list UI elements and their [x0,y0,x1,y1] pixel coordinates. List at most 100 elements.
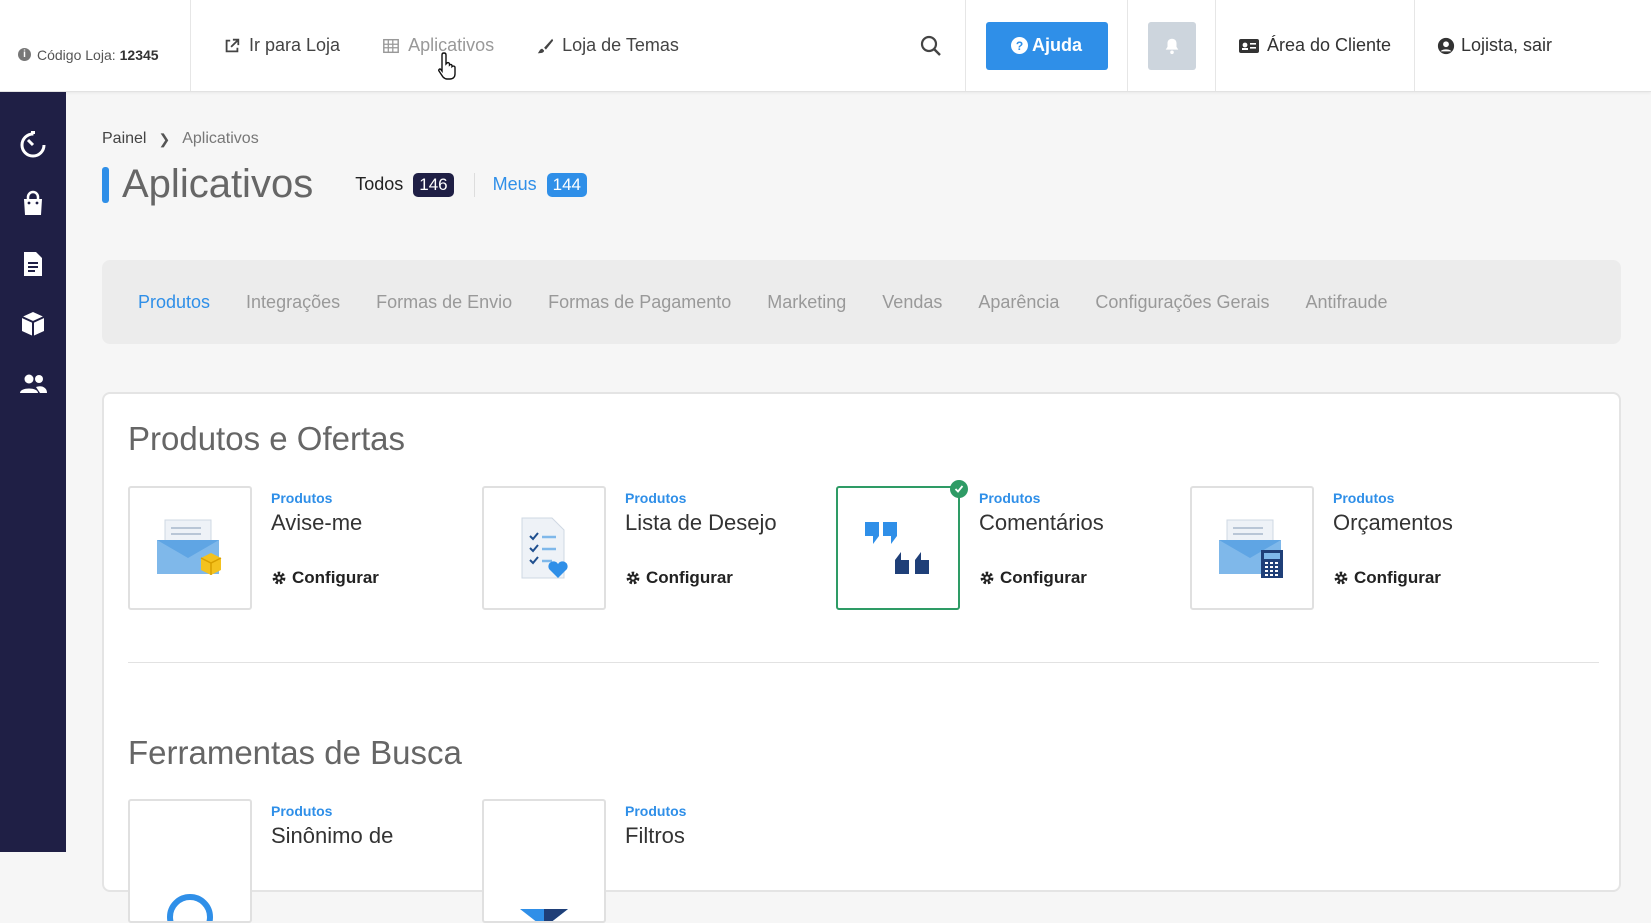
app-card: Produtos Lista de Desejo Configurar [482,486,832,610]
search-icon [920,35,941,56]
tab-mine-count: 144 [546,172,588,197]
store-code: i Código Loja: 12345 [0,0,191,91]
section-title: Ferramentas de Busca [128,734,462,771]
tab-formas-de-pagamento[interactable]: Formas de Pagamento [548,292,731,313]
configure-label: Configurar [646,568,733,587]
user-logout-link[interactable]: Lojista, sair [1415,0,1651,91]
breadcrumb: Painel ❯ Aplicativos [102,130,259,148]
filter-icon [520,909,568,921]
top-bar: i Código Loja: 12345 Ir para Loja Aplica… [0,0,1651,92]
app-thumbnail[interactable] [1190,486,1314,610]
app-thumbnail[interactable] [836,486,960,610]
app-category: Produtos [271,490,333,506]
app-category: Produtos [625,803,687,819]
tab-mine-label: Meus [492,174,537,194]
client-area-label: Área do Cliente [1266,35,1392,55]
shopping-bag-icon [24,190,42,215]
app-category: Produtos [625,490,687,506]
app-name: Comentários [979,510,1104,535]
app-category: Produtos [271,803,333,819]
brush-icon [537,38,554,53]
notifications-area [1128,0,1216,91]
theme-store-label: Loja de Temas [562,35,679,55]
client-area-link[interactable]: Área do Cliente [1216,0,1415,91]
app-card: Produtos Orçamentos Configurar [1190,486,1540,610]
grid-icon [383,38,399,53]
configure-button[interactable]: Configurar [625,568,733,588]
title-accent-bar [102,166,109,203]
dashboard-icon [20,131,46,158]
tab-vendas[interactable]: Vendas [882,292,942,313]
go-to-store-label: Ir para Loja [249,35,341,55]
wishlist-icon [521,517,568,579]
configure-button[interactable]: Configurar [271,568,379,588]
users-icon [20,374,47,393]
apps-card: Produtos e Ofertas Produtos Avise-me Con… [102,392,1621,923]
app-name: Lista de Desejo [625,510,777,535]
sidebar-item-dashboard[interactable] [0,114,66,174]
app-category: Produtos [979,490,1041,506]
app-name: Orçamentos [1333,510,1453,535]
breadcrumb-root[interactable]: Painel [102,130,146,148]
document-icon [24,252,42,276]
tab-aparencia[interactable]: Aparência [978,292,1059,313]
notifications-button[interactable] [1147,21,1196,70]
configure-button[interactable]: Configurar [979,568,1087,588]
configure-label: Configurar [1000,568,1087,587]
app-thumbnail[interactable] [128,486,252,610]
store-code-label: Código Loja: [37,46,116,63]
search-button[interactable] [896,0,966,91]
app-card: Produtos Avise-me Configurar [128,486,478,610]
sidebar-item-content[interactable] [0,234,66,294]
tab-mine[interactable]: Meus 144 [473,172,588,197]
page-title: Aplicativos [122,162,314,206]
app-thumbnail[interactable] [482,799,606,923]
tab-all-label: Todos [355,174,404,194]
magnifier-icon [167,894,213,921]
sidebar-item-customers[interactable] [0,354,66,414]
chevron-right-icon: ❯ [158,130,171,147]
gear-icon [1334,571,1348,585]
help-button[interactable]: ? Ajuda [985,21,1108,70]
help-area: ? Ajuda [966,0,1128,91]
store-code-value: 12345 [119,46,159,63]
app-thumbnail[interactable] [128,799,252,923]
app-name: Sinônimo de [271,823,394,848]
external-link-icon [225,38,240,52]
gear-icon [272,571,286,585]
tab-formas-de-envio[interactable]: Formas de Envio [376,292,512,313]
installed-check-icon [950,480,968,498]
sidebar-item-orders[interactable] [0,174,66,234]
bell-icon [1165,38,1178,54]
info-icon: i [18,48,31,61]
tab-all-count: 146 [413,172,454,197]
user-label: Lojista, sair [1461,35,1553,55]
configure-label: Configurar [1354,568,1441,587]
help-label: Ajuda [1031,35,1082,55]
sidebar-item-products[interactable] [0,294,66,354]
configure-button[interactable]: Configurar [1333,568,1441,588]
app-thumbnail[interactable] [482,486,606,610]
theme-store-link[interactable]: Loja de Temas [536,35,679,56]
tab-marketing[interactable]: Marketing [767,292,846,313]
section-divider [128,662,1599,663]
id-card-icon [1238,38,1259,53]
main-content: Painel ❯ Aplicativos Aplicativos Todos 1… [66,92,1651,923]
user-circle-icon [1437,37,1455,54]
envelope-box-icon [157,519,222,575]
question-icon: ? [1010,37,1028,54]
configure-label: Configurar [292,568,379,587]
breadcrumb-current: Aplicativos [182,130,259,147]
sidebar [0,92,66,852]
box-icon [21,312,45,336]
title-row: Aplicativos Todos 146 Meus 144 [102,162,588,207]
hand-cursor-icon [438,52,456,80]
app-card: Produtos Comentários Configurar [836,480,1186,610]
tab-antifraude[interactable]: Antifraude [1306,292,1388,313]
app-card: Produtos Filtros [482,799,832,923]
tab-configuracoes-gerais[interactable]: Configurações Gerais [1095,292,1269,313]
tab-integracoes[interactable]: Integrações [246,292,340,313]
tab-all[interactable]: Todos 146 [355,172,454,197]
tab-produtos[interactable]: Produtos [138,292,210,313]
go-to-store-link[interactable]: Ir para Loja [223,35,340,56]
